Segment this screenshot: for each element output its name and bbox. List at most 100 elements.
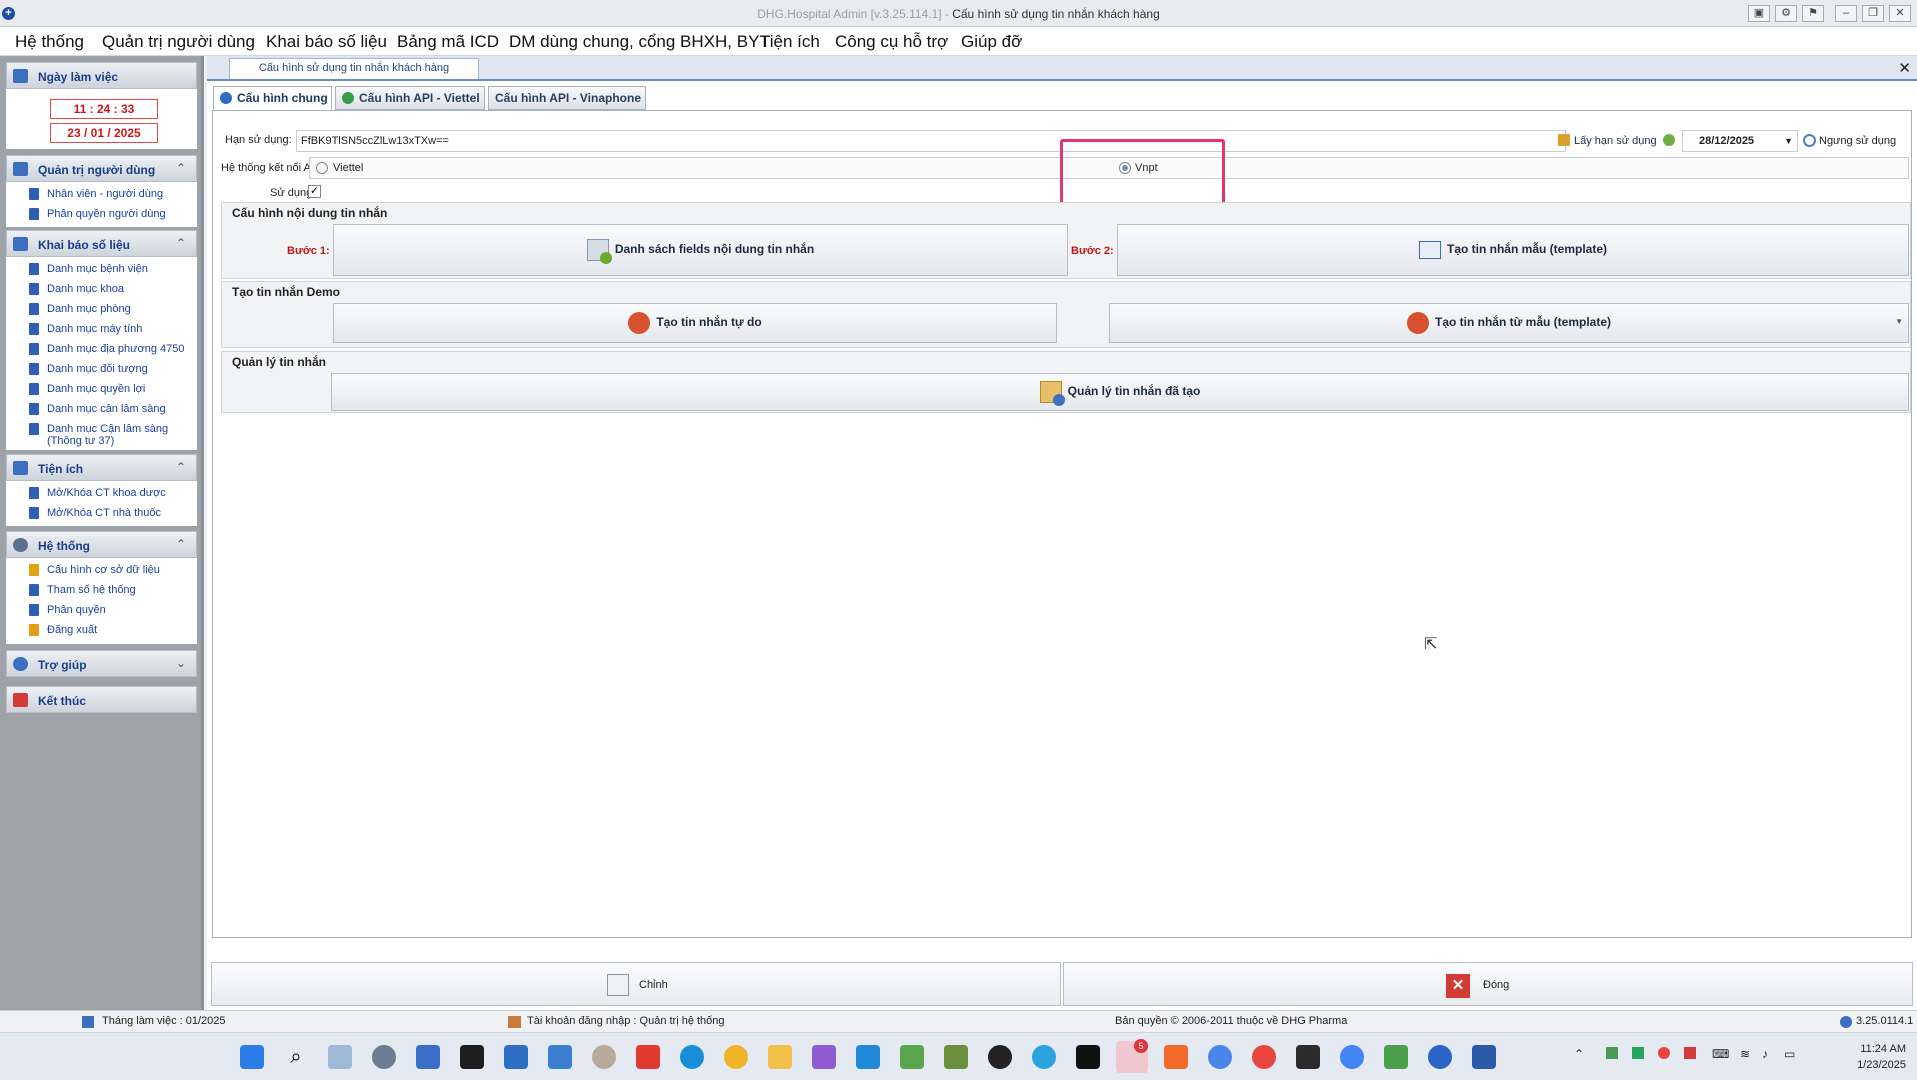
tray-chrome-icon[interactable] xyxy=(1658,1047,1670,1059)
dropdown-arrow-icon[interactable]: ▼ xyxy=(1784,131,1793,151)
close-document-icon[interactable]: ✕ xyxy=(1898,59,1911,77)
get-license-button[interactable]: Lấy hạn sử dụng xyxy=(1558,134,1675,147)
document-tab[interactable]: Cấu hình sử dụng tin nhắn khách hàng xyxy=(229,58,479,79)
wifi-icon[interactable]: ≋ xyxy=(1740,1047,1750,1061)
sidebar-item-may-tinh[interactable]: Danh mục máy tính xyxy=(6,320,197,340)
monitor-app-icon[interactable] xyxy=(548,1045,572,1069)
telegram-icon[interactable] xyxy=(1032,1045,1056,1069)
app-s-icon[interactable] xyxy=(636,1045,660,1069)
app-sun-icon[interactable] xyxy=(724,1045,748,1069)
exit-header[interactable]: Kết thúc xyxy=(6,686,197,713)
menu-tien-ich[interactable]: Tiện ích xyxy=(760,32,820,52)
keyboard-icon[interactable]: ⌨ xyxy=(1712,1047,1729,1061)
free-message-button[interactable]: Tạo tin nhắn tự do xyxy=(333,303,1057,343)
chrome-alt-icon[interactable] xyxy=(1208,1045,1232,1069)
visual-studio-icon[interactable] xyxy=(812,1045,836,1069)
console-icon[interactable] xyxy=(1296,1045,1320,1069)
collapse-icon[interactable]: ⌃ xyxy=(176,236,186,250)
tab-cau-hinh-chung[interactable]: Cấu hình chung xyxy=(213,86,332,110)
sidebar-item-dang-xuat[interactable]: Đăng xuất xyxy=(6,621,197,641)
create-template-button[interactable]: Tạo tin nhắn mẫu (template) xyxy=(1117,224,1909,276)
menu-he-thong[interactable]: Hệ thống xyxy=(15,32,84,52)
menu-bang-ma-icd[interactable]: Bảng mã ICD xyxy=(397,32,499,52)
magnifier-app-icon[interactable] xyxy=(416,1045,440,1069)
radio-viettel-label[interactable]: Viettel xyxy=(333,162,363,174)
sidebar-item-mo-khoa-khoa-duoc[interactable]: Mở/Khóa CT khoa dược xyxy=(6,484,197,504)
hospital-app-icon[interactable] xyxy=(1428,1045,1452,1069)
chatgpt-icon[interactable] xyxy=(988,1045,1012,1069)
word-icon[interactable] xyxy=(1472,1045,1496,1069)
stop-use-button[interactable]: Ngưng sử dụng xyxy=(1803,134,1896,147)
toolbar-icon-1[interactable]: ▣ xyxy=(1748,5,1770,22)
menu-dm-dung-chung[interactable]: DM dùng chung, cổng BHXH, BYT xyxy=(509,32,770,52)
fields-list-button[interactable]: Danh sách fields nội dung tin nhắn xyxy=(333,224,1068,276)
windows-start-icon[interactable] xyxy=(240,1045,264,1069)
use-checkbox[interactable]: ✓ xyxy=(308,185,321,198)
toolbar-icon-2[interactable]: ⚙ xyxy=(1775,5,1797,22)
edge-icon[interactable] xyxy=(680,1045,704,1069)
sidebar-item-doi-tuong[interactable]: Danh mục đối tượng xyxy=(6,360,197,380)
menu-giup-do[interactable]: Giúp đỡ xyxy=(961,32,1022,52)
minimize-icon[interactable]: – xyxy=(1835,5,1857,22)
system-header[interactable]: Hệ thống ⌃ xyxy=(6,531,197,558)
dropdown-arrow-icon[interactable]: ▼ xyxy=(1895,317,1903,326)
collapse-icon[interactable]: ⌃ xyxy=(176,161,186,175)
taskbar-time[interactable]: 11:24 AM xyxy=(1836,1043,1906,1055)
menu-cong-cu-ho-tro[interactable]: Công cụ hỗ trợ xyxy=(835,32,948,52)
vscode-icon[interactable] xyxy=(856,1045,880,1069)
work-date-header[interactable]: Ngày làm việc xyxy=(6,62,197,89)
sidebar-item-dia-phuong[interactable]: Danh mục địa phương 4750 xyxy=(6,340,197,360)
sidebar-item-can-lam-sang[interactable]: Danh mục cận lâm sàng xyxy=(6,400,197,420)
edit-button[interactable]: Chỉnh xyxy=(211,962,1061,1006)
hex-app-icon[interactable] xyxy=(1384,1045,1408,1069)
chrome-blue-icon[interactable] xyxy=(1340,1045,1364,1069)
tab-api-viettel[interactable]: Cấu hình API - Viettel xyxy=(335,86,485,110)
sidebar-item-can-lam-sang-tt37[interactable]: Danh mục Cận lâm sàng (Thông tư 37) xyxy=(6,420,197,450)
sidebar-item-mo-khoa-nha-thuoc[interactable]: Mở/Khóa CT nhà thuốc xyxy=(6,504,197,524)
brave-icon[interactable] xyxy=(1164,1045,1188,1069)
search-icon[interactable]: ⌕ xyxy=(284,1045,308,1069)
sidebar-item-nhan-vien[interactable]: Nhân viên - người dùng xyxy=(6,185,197,205)
collapse-icon[interactable]: ⌃ xyxy=(176,537,186,551)
sidebar-item-cau-hinh-csdl[interactable]: Cấu hình cơ sở dữ liệu xyxy=(6,561,197,581)
file-explorer-icon[interactable] xyxy=(768,1045,792,1069)
app-green-icon[interactable] xyxy=(944,1045,968,1069)
help-header[interactable]: Trợ giúp ⌄ xyxy=(6,650,197,677)
volume-icon[interactable]: ♪ xyxy=(1762,1047,1768,1061)
clock-app-icon[interactable] xyxy=(592,1045,616,1069)
terminal-icon[interactable] xyxy=(460,1045,484,1069)
sidebar-item-phan-quyen[interactable]: Phân quyền xyxy=(6,601,197,621)
widgets-icon[interactable] xyxy=(328,1045,352,1069)
radio-viettel[interactable] xyxy=(316,162,328,174)
sidebar-item-khoa[interactable]: Danh mục khoa xyxy=(6,280,197,300)
settings-icon[interactable] xyxy=(372,1045,396,1069)
toolbar-icon-3[interactable]: ⚑ xyxy=(1802,5,1824,22)
utilities-header[interactable]: Tiện ích ⌃ xyxy=(6,454,197,481)
sidebar-item-phan-quyen-nguoi-dung[interactable]: Phân quyền người dùng xyxy=(6,205,197,225)
tray-overflow-icon[interactable]: ⌃ xyxy=(1574,1047,1584,1061)
sidebar-item-tham-so-he-thong[interactable]: Tham số hệ thống xyxy=(6,581,197,601)
template-message-button[interactable]: Tạo tin nhắn từ mẫu (template) ▼ xyxy=(1109,303,1909,343)
app-chart-icon[interactable] xyxy=(900,1045,924,1069)
close-button[interactable]: ✕ Đóng xyxy=(1063,962,1913,1006)
tray-h-icon[interactable] xyxy=(1632,1047,1644,1059)
tab-api-vinaphone[interactable]: Cấu hình API - Vinaphone xyxy=(488,86,646,110)
chrome-icon[interactable] xyxy=(1252,1045,1276,1069)
tray-app-icon[interactable] xyxy=(1606,1047,1618,1059)
data-setup-header[interactable]: Khai báo số liệu ⌃ xyxy=(6,230,197,257)
expand-icon[interactable]: ⌄ xyxy=(176,656,186,670)
manage-messages-button[interactable]: Quản lý tin nhắn đã tạo xyxy=(331,373,1909,411)
menu-quan-tri-nguoi-dung[interactable]: Quản trị người dùng xyxy=(102,32,255,52)
rider-icon[interactable] xyxy=(1076,1045,1100,1069)
taskbar-date[interactable]: 1/23/2025 xyxy=(1836,1059,1906,1071)
powershell-icon[interactable] xyxy=(504,1045,528,1069)
user-admin-header[interactable]: Quản trị người dùng ⌃ xyxy=(6,155,197,182)
menu-khai-bao-so-lieu[interactable]: Khai báo số liệu xyxy=(266,32,387,52)
close-window-icon[interactable]: ✕ xyxy=(1889,5,1911,22)
sidebar-item-quyen-loi[interactable]: Danh mục quyền lợi xyxy=(6,380,197,400)
tray-v-icon[interactable] xyxy=(1684,1047,1696,1059)
battery-icon[interactable]: ▭ xyxy=(1784,1047,1795,1061)
restore-icon[interactable]: ❐ xyxy=(1862,5,1884,22)
sidebar-item-phong[interactable]: Danh mục phòng xyxy=(6,300,197,320)
sidebar-item-benh-vien[interactable]: Danh mục bệnh viện xyxy=(6,260,197,280)
